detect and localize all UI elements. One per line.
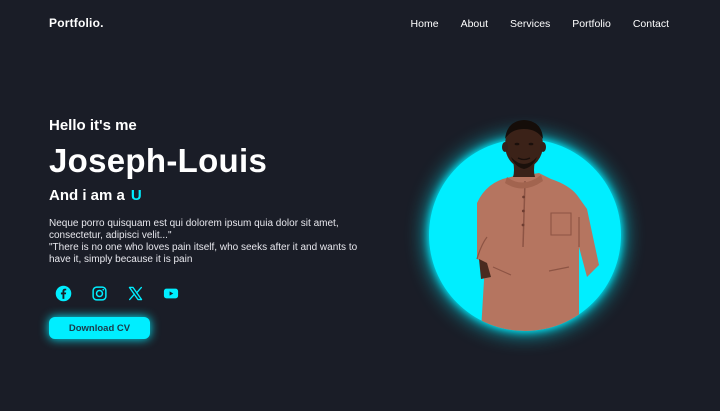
person-illustration bbox=[476, 120, 599, 331]
facebook-icon[interactable] bbox=[53, 283, 73, 303]
x-icon[interactable] bbox=[125, 283, 145, 303]
social-links bbox=[53, 283, 389, 303]
youtube-icon[interactable] bbox=[161, 283, 181, 303]
role-typed-text: U bbox=[130, 187, 142, 204]
nav-contact[interactable]: Contact bbox=[633, 18, 669, 31]
download-cv-button[interactable]: Download CV bbox=[49, 317, 150, 339]
hero-role: And i am a U bbox=[49, 186, 389, 206]
nav-portfolio[interactable]: Portfolio bbox=[572, 18, 611, 31]
profile-photo bbox=[429, 120, 621, 331]
logo[interactable]: Portfolio. bbox=[49, 16, 104, 30]
nav-home[interactable]: Home bbox=[411, 18, 439, 31]
role-prefix: And i am a bbox=[49, 187, 125, 204]
nav-about[interactable]: About bbox=[461, 18, 488, 31]
hero-description-line-1: Neque porro quisquam est qui dolorem ips… bbox=[49, 218, 339, 241]
nav-services[interactable]: Services bbox=[510, 18, 550, 31]
main-nav: Home About Services Portfolio Contact bbox=[411, 18, 669, 31]
hero-description-line-2: "There is no one who loves pain itself, … bbox=[49, 242, 358, 265]
hero-description: Neque porro quisquam est qui dolorem ips… bbox=[49, 218, 379, 266]
hero-name: Joseph-Louis bbox=[49, 142, 268, 179]
header: Portfolio. Home About Services Portfolio… bbox=[0, 0, 720, 48]
hero-section: Hello it's me Joseph-Louis And i am a U N… bbox=[49, 116, 389, 339]
instagram-icon[interactable] bbox=[89, 283, 109, 303]
hero-greeting: Hello it's me bbox=[49, 117, 137, 134]
